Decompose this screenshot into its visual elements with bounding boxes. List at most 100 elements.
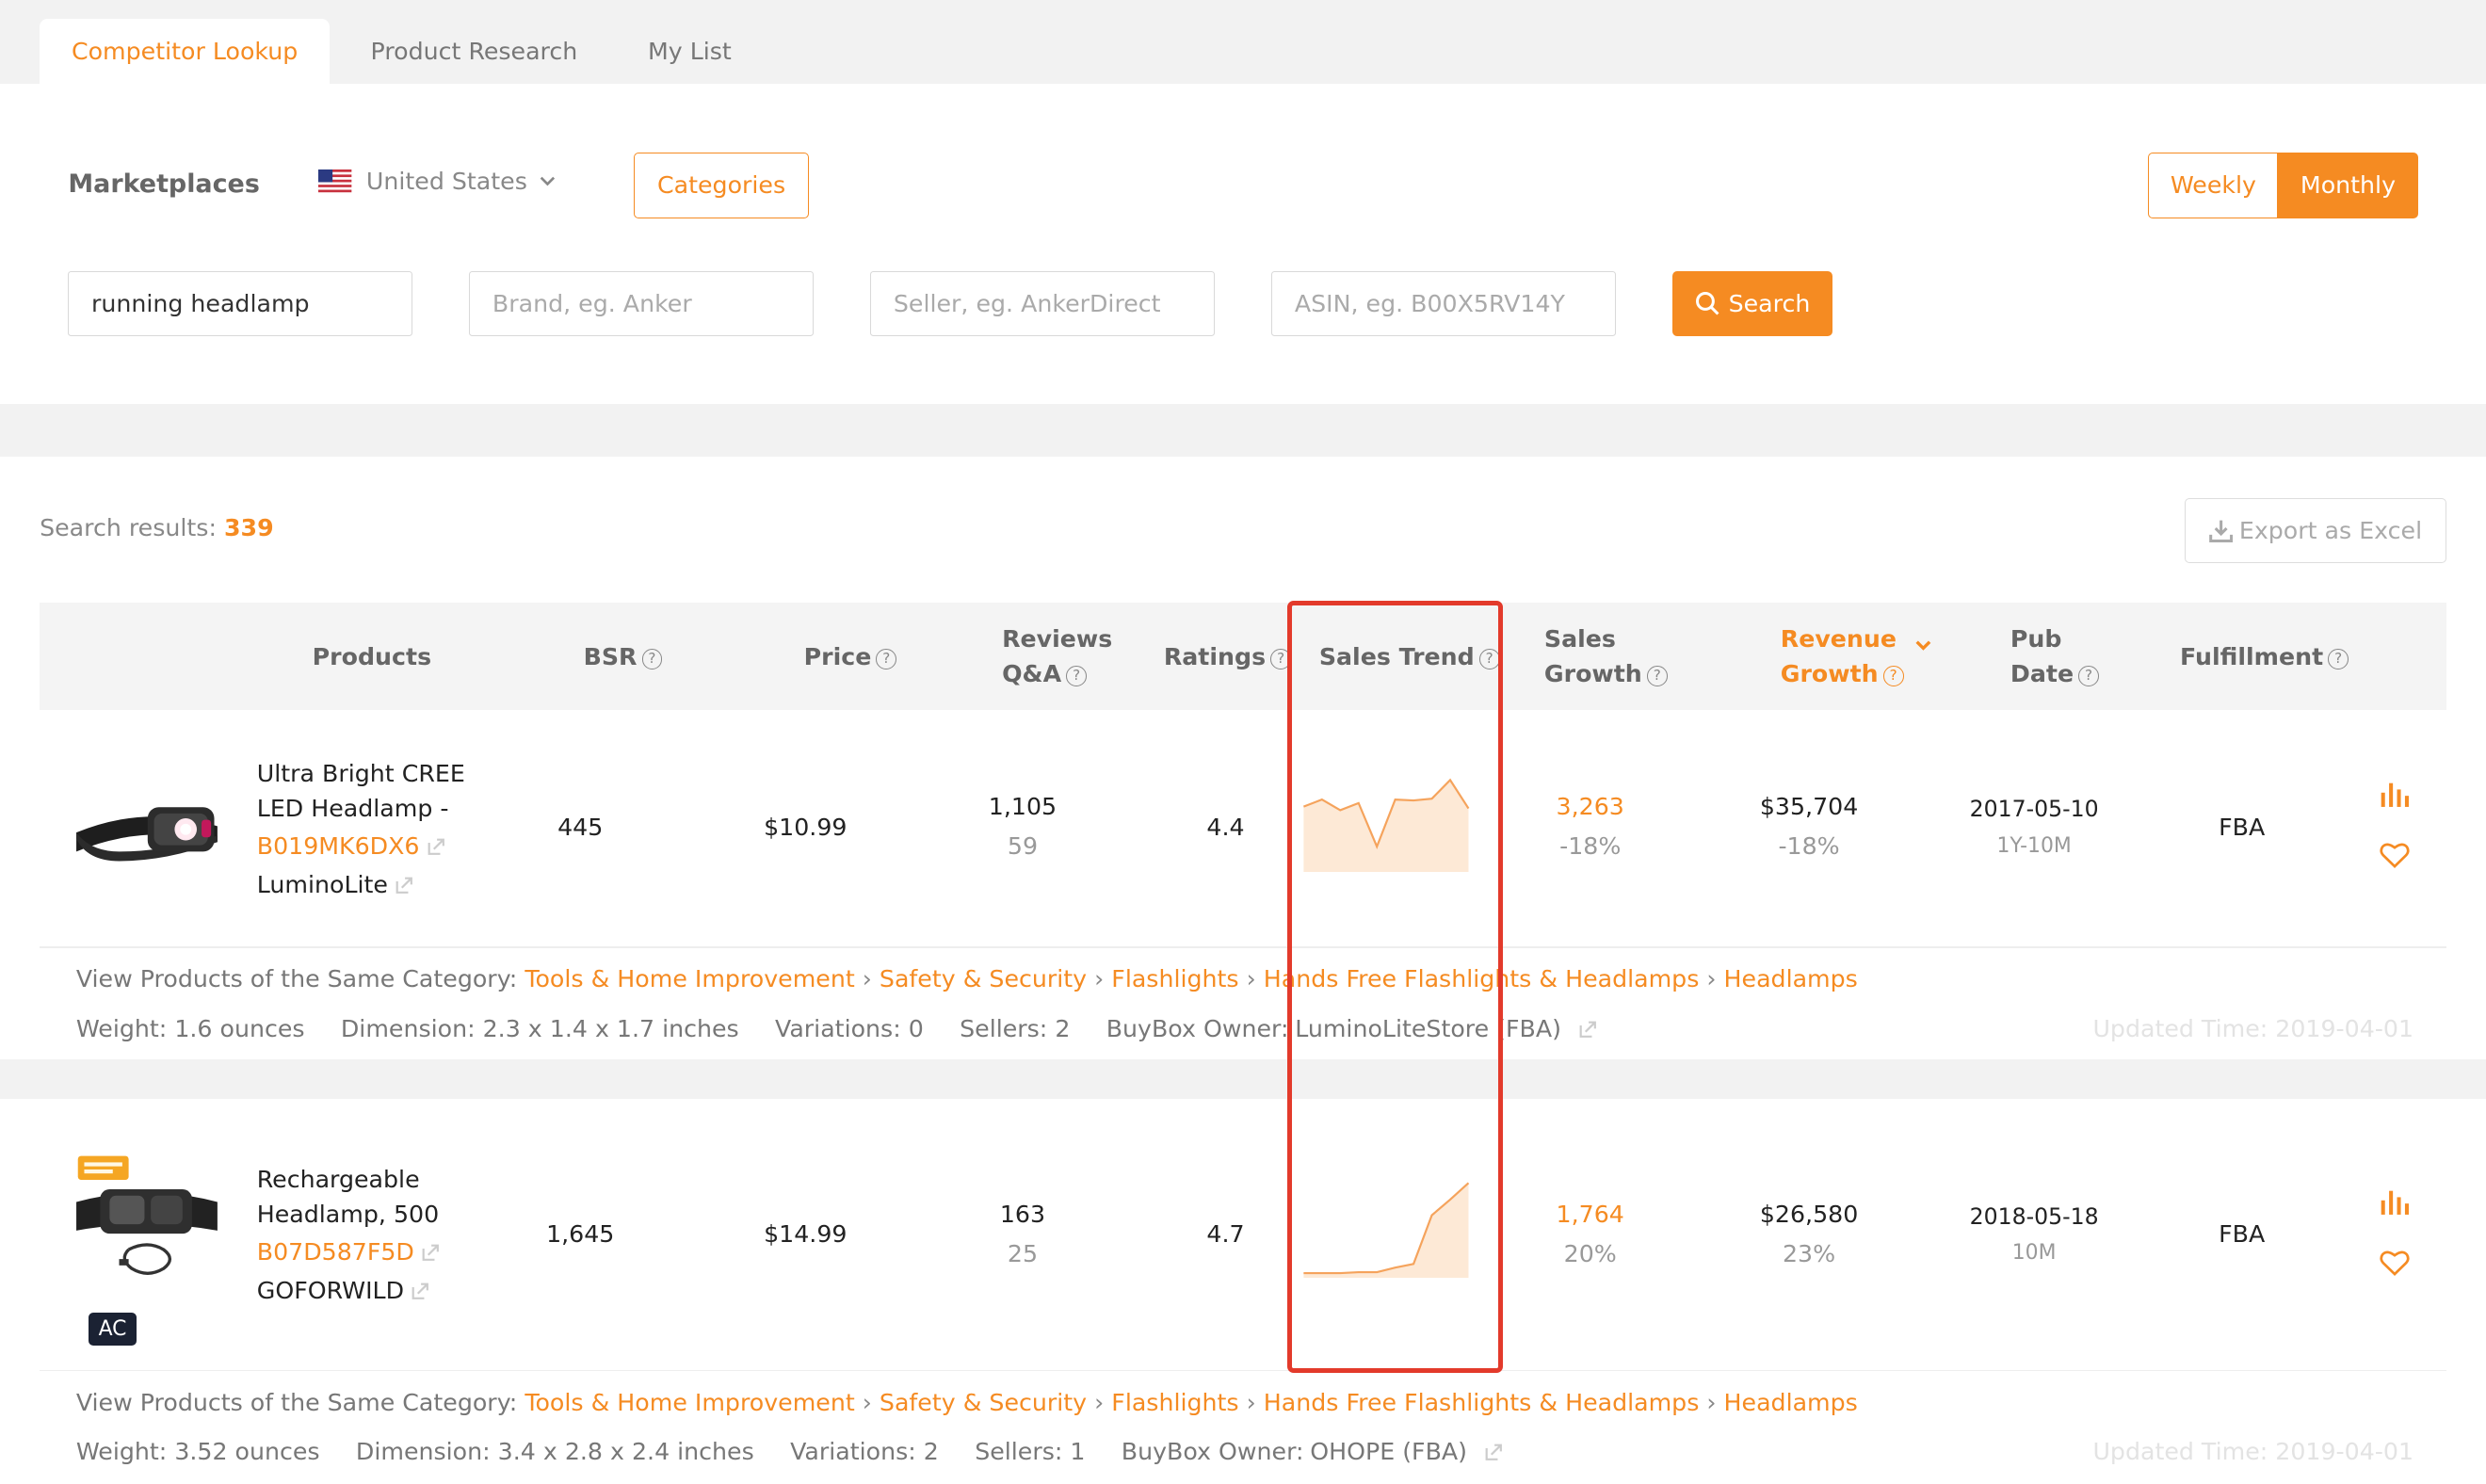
product-title[interactable]: Ultra Bright CREE LED Headlamp -	[257, 756, 495, 826]
help-icon[interactable]: ?	[2078, 666, 2100, 687]
revenue-growth-value: -18%	[1778, 831, 1840, 860]
help-icon[interactable]: ?	[641, 648, 663, 669]
seller-input[interactable]: Seller, eg. AnkerDirect	[870, 270, 1215, 336]
external-link-icon[interactable]	[412, 1282, 429, 1300]
help-icon[interactable]: ?	[2328, 648, 2349, 669]
category-link[interactable]: Hands Free Flashlights & Headlamps	[1264, 1389, 1700, 1416]
tab-product-research[interactable]: Product Research	[348, 19, 599, 84]
col-revenue-growth[interactable]: Revenue Growth?	[1781, 621, 1931, 691]
product-title[interactable]: Rechargeable Headlamp, 500	[257, 1162, 495, 1232]
updated-time: Updated Time: 2019-04-01	[2092, 1438, 2414, 1466]
bar-chart-icon[interactable]	[2380, 782, 2410, 807]
sales-value: 1,764	[1556, 1200, 1624, 1228]
heart-icon[interactable]	[2380, 1250, 2410, 1277]
download-icon	[2209, 520, 2233, 542]
col-ratings-label: Ratings	[1163, 642, 1267, 670]
col-price[interactable]: Price?	[804, 639, 897, 674]
brand-input[interactable]: Brand, eg. Anker	[469, 270, 814, 336]
qa-value: 25	[1007, 1239, 1039, 1267]
category-link[interactable]: Headlamps	[1724, 965, 1858, 992]
col-pub-label: Pub	[2010, 624, 2062, 653]
categories-button[interactable]: Categories	[634, 152, 809, 219]
asin-link[interactable]: B07D587F5D	[257, 1238, 440, 1266]
col-pub-date[interactable]: Pub Date?	[2010, 621, 2100, 691]
search-button[interactable]: Search	[1672, 270, 1833, 336]
amazon-choice-badge: AC	[89, 1313, 137, 1347]
asin-link[interactable]: B019MK6DX6	[257, 832, 445, 860]
bar-chart-icon[interactable]	[2380, 1189, 2410, 1215]
category-link[interactable]: Headlamps	[1724, 1389, 1858, 1416]
marketplace-select[interactable]: United States	[318, 168, 556, 195]
category-breadcrumb: View Products of the Same Category: Tool…	[75, 965, 1858, 993]
col-ratings[interactable]: Ratings?	[1163, 639, 1292, 674]
external-link-icon[interactable]	[1485, 1444, 1503, 1461]
sort-desc-icon[interactable]	[1915, 640, 1931, 652]
category-link[interactable]: Flashlights	[1111, 1389, 1238, 1416]
results-number: 339	[223, 513, 274, 541]
fulfillment-value: FBA	[2219, 813, 2266, 841]
export-label: Export as Excel	[2238, 516, 2423, 544]
category-link[interactable]: Safety & Security	[880, 1389, 1087, 1416]
asin-input[interactable]: ASIN, eg. B00X5RV14Y	[1271, 270, 1616, 336]
help-icon[interactable]: ?	[1646, 666, 1668, 687]
variations-text: Variations: 2	[790, 1438, 939, 1466]
col-growth-label: Growth	[1543, 660, 1642, 688]
external-link-icon[interactable]	[422, 1244, 440, 1262]
col-date-label: Date	[2010, 660, 2074, 688]
asin-text: B019MK6DX6	[256, 831, 420, 860]
search-icon	[1696, 291, 1719, 315]
sales-growth-value: 20%	[1563, 1239, 1617, 1267]
monthly-button[interactable]: Monthly	[2278, 152, 2418, 219]
fulfillment-value: FBA	[2219, 1220, 2266, 1249]
export-excel-button[interactable]: Export as Excel	[2185, 497, 2446, 563]
external-link-icon[interactable]	[428, 838, 445, 856]
section-divider	[0, 404, 2486, 457]
col-fulfillment[interactable]: Fulfillment?	[2180, 639, 2349, 674]
col-sales-growth[interactable]: Sales Growth?	[1544, 621, 1668, 691]
row-divider	[40, 1369, 2446, 1372]
tab-my-list[interactable]: My List	[626, 19, 753, 84]
buybox-owner[interactable]: OHOPE (FBA)	[1310, 1438, 1467, 1465]
brand-link[interactable]: GOFORWILD	[257, 1273, 429, 1308]
dimension-text: Dimension: 2.3 x 1.4 x 1.7 inches	[340, 1014, 739, 1042]
weekly-button[interactable]: Weekly	[2148, 152, 2279, 219]
col-price-label: Price	[803, 642, 872, 670]
dimension-text: Dimension: 3.4 x 2.8 x 2.4 inches	[355, 1438, 754, 1466]
updated-time: Updated Time: 2019-04-01	[2092, 1014, 2414, 1042]
category-link[interactable]: Tools & Home Improvement	[525, 965, 854, 992]
external-link-icon[interactable]	[396, 877, 413, 895]
category-link[interactable]: Flashlights	[1111, 965, 1238, 992]
product-image[interactable]	[72, 788, 222, 876]
help-icon[interactable]: ?	[876, 648, 897, 669]
product-image[interactable]	[72, 1154, 222, 1289]
col-bsr[interactable]: BSR?	[584, 639, 663, 674]
reviews-value: 163	[999, 1200, 1046, 1228]
brand-text: LuminoLite	[256, 870, 388, 898]
keyword-input[interactable]: running headlamp	[68, 270, 412, 336]
category-link[interactable]: Safety & Security	[880, 965, 1087, 992]
period-toggle: Weekly Monthly	[2148, 152, 2418, 219]
col-products[interactable]: Products	[313, 639, 431, 674]
col-fulfillment-label: Fulfillment	[2180, 642, 2324, 670]
headlamp-image	[75, 806, 218, 862]
weight-text: Weight: 1.6 ounces	[75, 1014, 305, 1042]
heart-icon[interactable]	[2380, 842, 2410, 869]
pub-date-value: 2017-05-10	[1969, 796, 2099, 823]
results-label: Search results:	[40, 513, 217, 541]
tab-competitor-lookup[interactable]: Competitor Lookup	[40, 19, 331, 85]
col-reviews[interactable]: Reviews Q&A?	[1002, 621, 1112, 691]
revenue-value: $35,704	[1759, 792, 1859, 820]
help-icon[interactable]: ?	[1066, 666, 1088, 687]
col-reviews-label: Reviews	[1002, 624, 1113, 653]
buybox-label: BuyBox Owner:	[1121, 1438, 1304, 1466]
variations-text: Variations: 0	[775, 1014, 924, 1042]
bsr-value: 1,645	[546, 1220, 615, 1249]
row-divider	[40, 946, 2446, 948]
external-link-icon[interactable]	[1579, 1021, 1597, 1039]
age-value: 10M	[2011, 1241, 2057, 1266]
category-link[interactable]: Tools & Home Improvement	[525, 1389, 854, 1416]
row-separator	[0, 1058, 2486, 1099]
help-icon[interactable]: ?	[1882, 666, 1904, 687]
brand-link[interactable]: LuminoLite	[257, 867, 413, 902]
bsr-value: 445	[557, 813, 604, 841]
